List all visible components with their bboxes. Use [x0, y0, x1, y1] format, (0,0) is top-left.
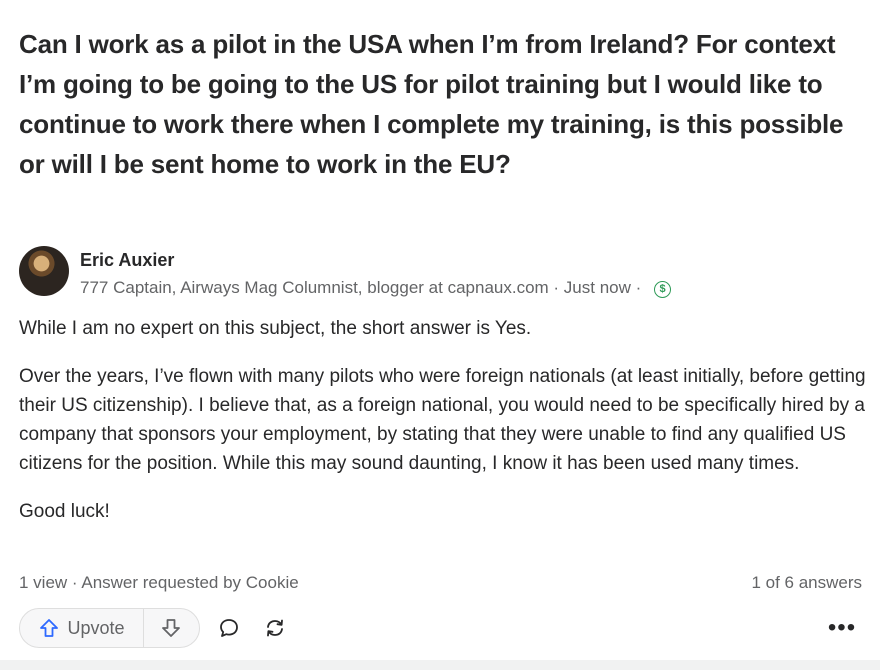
- downvote-arrow-icon: [162, 619, 180, 637]
- share-icon: [267, 619, 283, 637]
- author-credentials: 777 Captain, Airways Mag Columnist, blog…: [80, 278, 642, 297]
- more-options-button[interactable]: •••: [828, 614, 856, 642]
- answer-paragraph: Over the years, I’ve flown with many pil…: [19, 366, 866, 474]
- vote-group: Upvote: [19, 608, 200, 648]
- answer-paragraph: Good luck!: [19, 501, 110, 522]
- author-row: Eric Auxier 777 Captain, Airways Mag Col…: [19, 246, 861, 300]
- dollar-icon: $: [654, 281, 671, 298]
- upvote-button[interactable]: Upvote: [20, 609, 144, 647]
- answer-page: Can I work as a pilot in the USA when I’…: [0, 0, 880, 670]
- downvote-button[interactable]: [144, 609, 198, 647]
- comment-button[interactable]: [215, 614, 243, 642]
- answer-body: While I am no expert on this subject, th…: [19, 314, 867, 545]
- answer-paragraph: While I am no expert on this subject, th…: [19, 318, 532, 339]
- answer-footer-meta: 1 view · Answer requested by Cookie 1 of…: [19, 573, 862, 593]
- question-title[interactable]: Can I work as a pilot in the USA when I’…: [19, 24, 859, 184]
- share-button[interactable]: [261, 614, 289, 642]
- bottom-separator: [0, 660, 880, 670]
- author-avatar[interactable]: [19, 246, 69, 296]
- author-meta: 777 Captain, Airways Mag Columnist, blog…: [80, 278, 671, 298]
- answer-actions: Upvote •••: [19, 608, 862, 648]
- upvote-arrow-icon: [40, 619, 59, 637]
- author-name[interactable]: Eric Auxier: [80, 250, 174, 271]
- comment-icon: [220, 619, 238, 637]
- answer-count[interactable]: 1 of 6 answers: [751, 573, 862, 593]
- answer-stats[interactable]: 1 view · Answer requested by Cookie: [19, 573, 299, 592]
- more-icon: •••: [827, 614, 857, 641]
- upvote-label: Upvote: [67, 617, 125, 638]
